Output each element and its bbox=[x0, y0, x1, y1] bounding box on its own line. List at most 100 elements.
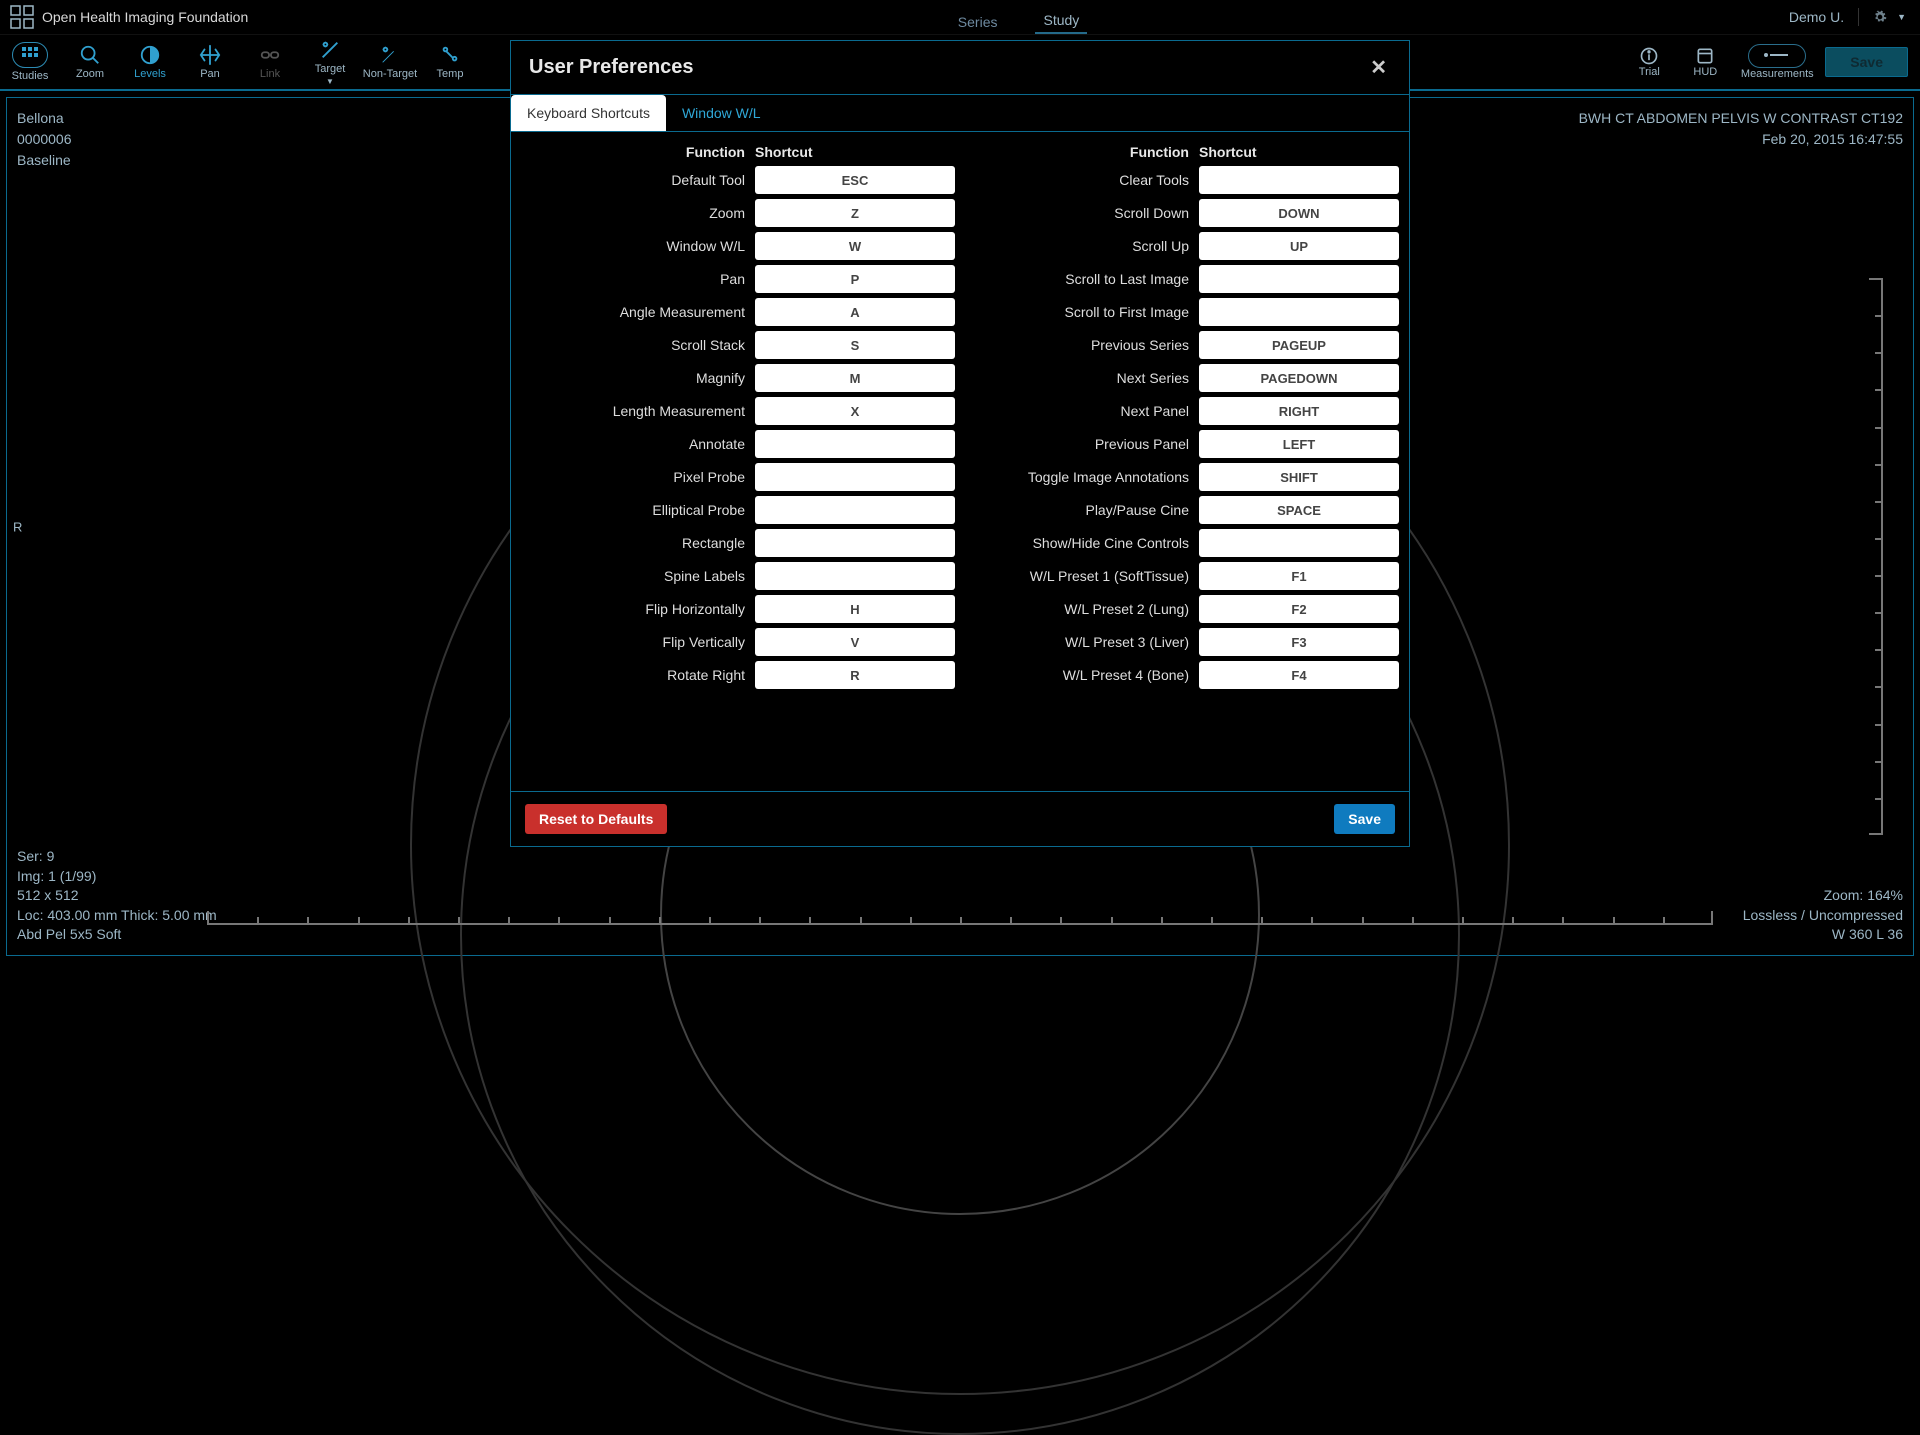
shortcut-label: Play/Pause Cine bbox=[965, 502, 1199, 518]
shortcut-input[interactable] bbox=[755, 331, 955, 359]
shortcut-input[interactable] bbox=[1199, 529, 1399, 557]
shortcut-input[interactable] bbox=[755, 298, 955, 326]
shortcut-input[interactable] bbox=[755, 430, 955, 458]
shortcut-input[interactable] bbox=[1199, 232, 1399, 260]
col-head-shortcut: Shortcut bbox=[1199, 144, 1399, 160]
shortcut-label: Scroll Up bbox=[965, 238, 1199, 254]
shortcut-row: W/L Preset 1 (SoftTissue) bbox=[965, 562, 1399, 590]
shortcut-input[interactable] bbox=[1199, 661, 1399, 689]
shortcut-input[interactable] bbox=[1199, 562, 1399, 590]
shortcut-input[interactable] bbox=[755, 199, 955, 227]
studies-tool[interactable]: Studies bbox=[0, 39, 60, 86]
shortcut-label: Spine Labels bbox=[521, 568, 755, 584]
pan-icon bbox=[199, 44, 221, 66]
top-tab-series[interactable]: Series bbox=[950, 10, 1006, 34]
shortcut-input[interactable] bbox=[755, 397, 955, 425]
shortcut-input[interactable] bbox=[755, 166, 955, 194]
nontarget-icon bbox=[379, 44, 401, 66]
shortcut-row: Scroll to Last Image bbox=[965, 265, 1399, 293]
trial-label: Trial bbox=[1639, 66, 1660, 78]
shortcut-input[interactable] bbox=[1199, 496, 1399, 524]
measurements-label: Measurements bbox=[1741, 68, 1814, 80]
shortcut-row: Previous Panel bbox=[965, 430, 1399, 458]
shortcut-label: Previous Panel bbox=[965, 436, 1199, 452]
ruler-bottom bbox=[207, 923, 1713, 925]
ruler-right bbox=[1881, 278, 1883, 835]
tab-keyboard-shortcuts[interactable]: Keyboard Shortcuts bbox=[511, 95, 666, 131]
link-icon bbox=[259, 44, 281, 66]
shortcut-input[interactable] bbox=[1199, 166, 1399, 194]
shortcut-row: Spine Labels bbox=[521, 562, 955, 590]
shortcut-input[interactable] bbox=[1199, 199, 1399, 227]
nontarget-tool[interactable]: Non-Target bbox=[360, 39, 420, 86]
measurements-button[interactable]: Measurements bbox=[1737, 44, 1817, 80]
shortcut-row: Next Series bbox=[965, 364, 1399, 392]
shortcut-row: Default Tool bbox=[521, 166, 955, 194]
gear-icon[interactable] bbox=[1873, 10, 1887, 24]
shortcut-row: W/L Preset 2 (Lung) bbox=[965, 595, 1399, 623]
study-desc: BWH CT ABDOMEN PELVIS W CONTRAST CT192 bbox=[1579, 108, 1903, 129]
shortcut-label: Window W/L bbox=[521, 238, 755, 254]
col-head-shortcut: Shortcut bbox=[755, 144, 955, 160]
shortcut-input[interactable] bbox=[755, 496, 955, 524]
pan-tool[interactable]: Pan bbox=[180, 39, 240, 86]
zoom-level: Zoom: 164% bbox=[1743, 886, 1903, 906]
tab-window-wl[interactable]: Window W/L bbox=[666, 95, 777, 131]
levels-icon bbox=[139, 44, 161, 66]
series-desc: Abd Pel 5x5 Soft bbox=[17, 925, 217, 945]
divider bbox=[1858, 8, 1859, 26]
studies-label: Studies bbox=[12, 70, 49, 82]
shortcut-input[interactable] bbox=[755, 562, 955, 590]
trial-button[interactable]: Trial bbox=[1625, 46, 1673, 78]
temp-tool[interactable]: Temp bbox=[420, 39, 480, 86]
shortcut-input[interactable] bbox=[1199, 628, 1399, 656]
save-button[interactable]: Save bbox=[1825, 47, 1908, 77]
patient-mrn: 0000006 bbox=[17, 129, 72, 150]
levels-label: Levels bbox=[134, 68, 166, 80]
link-label: Link bbox=[260, 68, 280, 80]
shortcut-input[interactable] bbox=[1199, 463, 1399, 491]
settings-caret-icon[interactable]: ▼ bbox=[1897, 12, 1906, 22]
shortcut-input[interactable] bbox=[755, 364, 955, 392]
shortcut-label: Show/Hide Cine Controls bbox=[965, 535, 1199, 551]
modal-close-button[interactable]: ✕ bbox=[1366, 55, 1391, 80]
shortcut-label: Zoom bbox=[521, 205, 755, 221]
shortcut-row: W/L Preset 4 (Bone) bbox=[965, 661, 1399, 689]
shortcut-label: Clear Tools bbox=[965, 172, 1199, 188]
shortcut-input[interactable] bbox=[1199, 364, 1399, 392]
shortcut-label: Annotate bbox=[521, 436, 755, 452]
studies-grid-icon bbox=[21, 46, 39, 64]
hud-button[interactable]: HUD bbox=[1681, 46, 1729, 78]
user-display[interactable]: Demo U. bbox=[1789, 9, 1844, 25]
shortcut-input[interactable] bbox=[1199, 265, 1399, 293]
target-tool[interactable]: Target ▼ bbox=[300, 39, 360, 86]
modal-save-button[interactable]: Save bbox=[1334, 804, 1395, 834]
measurements-pill-icon bbox=[1748, 44, 1806, 68]
shortcut-input[interactable] bbox=[755, 661, 955, 689]
orientation-left: R bbox=[13, 517, 22, 537]
reset-defaults-button[interactable]: Reset to Defaults bbox=[525, 804, 667, 834]
top-tab-study[interactable]: Study bbox=[1035, 8, 1087, 34]
shortcut-input[interactable] bbox=[755, 529, 955, 557]
shortcut-label: Magnify bbox=[521, 370, 755, 386]
shortcut-input[interactable] bbox=[1199, 331, 1399, 359]
dimensions: 512 x 512 bbox=[17, 886, 217, 906]
shortcut-input[interactable] bbox=[1199, 595, 1399, 623]
shortcut-input[interactable] bbox=[1199, 397, 1399, 425]
shortcut-row: Scroll Down bbox=[965, 199, 1399, 227]
shortcut-row: W/L Preset 3 (Liver) bbox=[965, 628, 1399, 656]
shortcut-input[interactable] bbox=[1199, 430, 1399, 458]
levels-tool[interactable]: Levels bbox=[120, 39, 180, 86]
user-preferences-modal: User Preferences ✕ Keyboard Shortcuts Wi… bbox=[510, 40, 1410, 847]
shortcut-input[interactable] bbox=[755, 463, 955, 491]
shortcut-input[interactable] bbox=[755, 265, 955, 293]
shortcut-label: Pixel Probe bbox=[521, 469, 755, 485]
shortcut-input[interactable] bbox=[755, 628, 955, 656]
shortcut-input[interactable] bbox=[1199, 298, 1399, 326]
zoom-tool[interactable]: Zoom bbox=[60, 39, 120, 86]
shortcut-label: Next Panel bbox=[965, 403, 1199, 419]
shortcut-input[interactable] bbox=[755, 232, 955, 260]
shortcut-row: Elliptical Probe bbox=[521, 496, 955, 524]
shortcut-row: Pan bbox=[521, 265, 955, 293]
shortcut-input[interactable] bbox=[755, 595, 955, 623]
